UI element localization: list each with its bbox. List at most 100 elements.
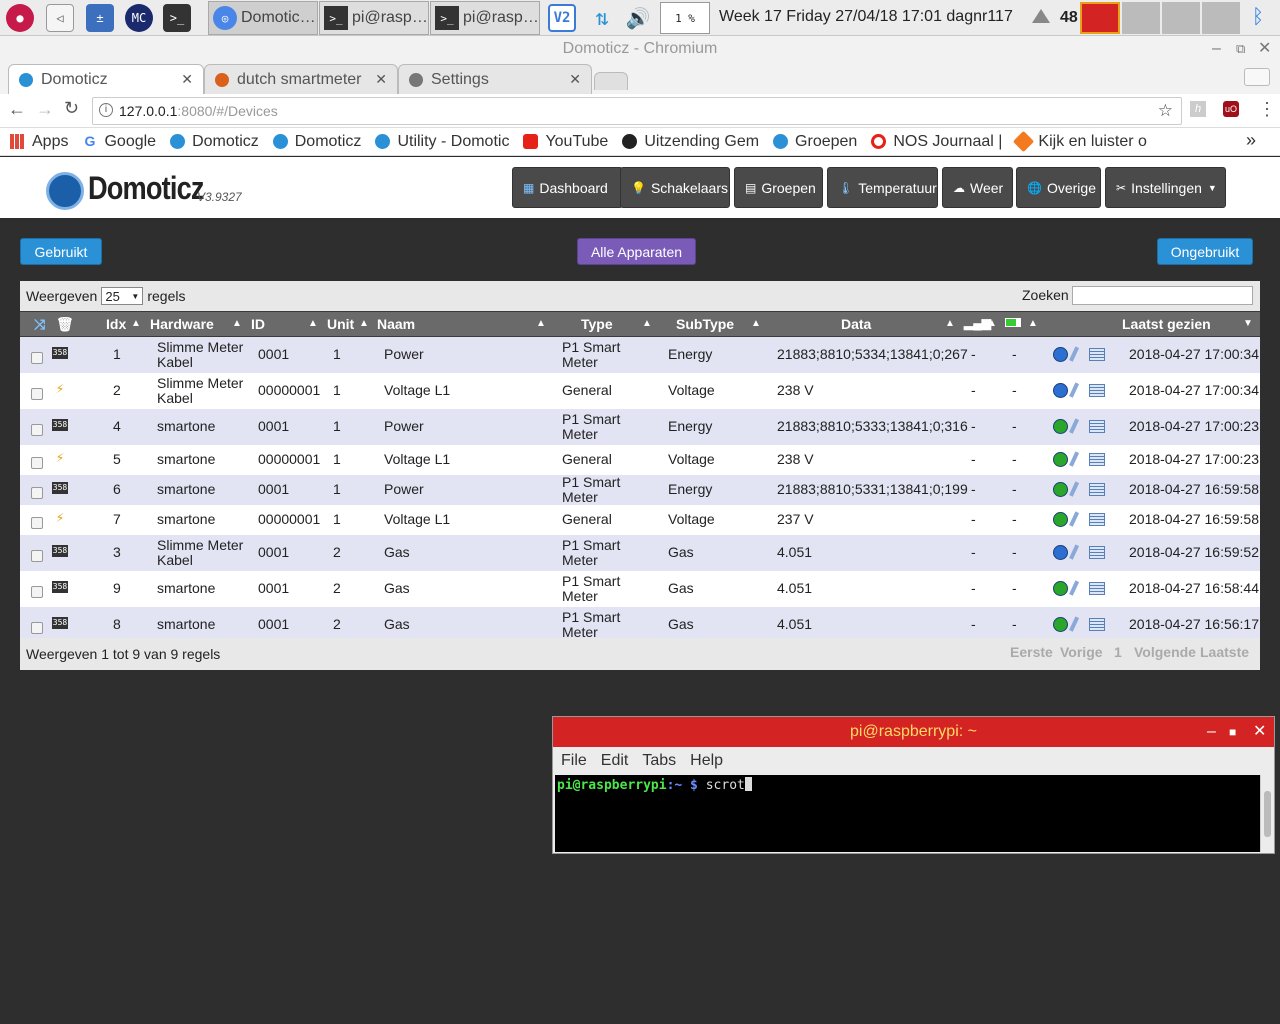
eject-icon[interactable] xyxy=(1032,9,1050,23)
pager-next[interactable]: Volgende xyxy=(1134,644,1196,660)
terminal-close-icon[interactable]: ✕ xyxy=(1253,717,1266,747)
edit-icon[interactable] xyxy=(1069,346,1081,363)
row-checkbox[interactable] xyxy=(31,622,43,634)
tab-settings[interactable]: Settings ✕ xyxy=(398,64,592,94)
tab-close-icon[interactable]: ✕ xyxy=(181,71,193,88)
log-icon[interactable] xyxy=(1053,545,1068,560)
info-icon[interactable]: i xyxy=(99,103,113,117)
desktop-pager-2[interactable] xyxy=(1122,2,1160,34)
bookmark-uitzending[interactable]: Uitzending Gem xyxy=(622,133,759,151)
notifications-icon[interactable] xyxy=(1089,420,1105,433)
edit-icon[interactable] xyxy=(1069,418,1081,435)
bookmark-domoticz-2[interactable]: Domoticz xyxy=(272,133,361,151)
menu-edit[interactable]: Edit xyxy=(601,752,629,770)
log-active-icon[interactable] xyxy=(1053,512,1068,527)
col-last-seen[interactable]: Laatst gezien xyxy=(1122,316,1211,332)
terminal-output[interactable]: pi@raspberrypi:~ $ scrot xyxy=(555,775,1260,852)
row-checkbox[interactable] xyxy=(31,388,43,400)
maximize-icon[interactable]: ⧉ xyxy=(1236,36,1245,62)
row-checkbox[interactable] xyxy=(31,457,43,469)
back-icon[interactable]: ← xyxy=(8,99,26,120)
log-active-icon[interactable] xyxy=(1053,419,1068,434)
close-window-icon[interactable]: ✕ xyxy=(1258,36,1271,62)
pager-first[interactable]: Eerste xyxy=(1010,644,1053,660)
table-row[interactable]: 358 9 smartone 0001 2 Gas P1 Smart Meter Gas 4.05… xyxy=(20,571,1260,607)
table-row[interactable]: ⚡ 5 smartone 00000001 1 Voltage L1 General Volt… xyxy=(20,445,1260,475)
edit-icon[interactable] xyxy=(1069,382,1081,399)
terminal-maximize-icon[interactable]: ■ xyxy=(1229,717,1236,747)
notifications-icon[interactable] xyxy=(1089,618,1105,631)
col-data[interactable]: Data xyxy=(841,316,871,332)
nav-schakelaars[interactable]: 💡 Schakelaars xyxy=(620,167,730,208)
table-row[interactable]: ⚡ 2 Slimme Meter Kabel 00000001 1 Voltage L1 Ge… xyxy=(20,373,1260,409)
table-row[interactable]: 358 6 smartone 0001 1 Power P1 Smart Meter Energ… xyxy=(20,475,1260,505)
table-row[interactable]: 358 3 Slimme Meter Kabel 0001 2 Gas P1 Smart Met… xyxy=(20,535,1260,571)
log-icon[interactable] xyxy=(1053,347,1068,362)
tab-close-icon[interactable]: ✕ xyxy=(375,71,387,88)
bookmark-utility[interactable]: Utility - Domotic xyxy=(375,133,509,151)
edit-icon[interactable] xyxy=(1069,511,1081,528)
terminal-minimize-icon[interactable]: – xyxy=(1207,717,1216,747)
chromium-tray-icon[interactable] xyxy=(1080,2,1120,34)
battery-level-icon[interactable] xyxy=(1005,318,1021,327)
col-id[interactable]: ID xyxy=(251,316,265,332)
edit-icon[interactable] xyxy=(1069,481,1081,498)
mc-icon[interactable]: MC xyxy=(125,4,153,32)
nav-groepen[interactable]: ▤ Groepen xyxy=(734,167,823,208)
trash-icon[interactable]: 🗑 xyxy=(56,316,74,333)
notifications-icon[interactable] xyxy=(1089,384,1105,397)
profile-icon[interactable] xyxy=(1244,68,1270,86)
bookmark-nos[interactable]: NOS Journaal | xyxy=(871,133,1002,151)
new-tab-button[interactable] xyxy=(594,72,628,90)
menu-help[interactable]: Help xyxy=(690,752,723,770)
search-input[interactable] xyxy=(1072,286,1253,305)
notifications-icon[interactable] xyxy=(1089,582,1105,595)
pager-last[interactable]: Laatste xyxy=(1200,644,1249,660)
scrollbar-thumb[interactable] xyxy=(1264,791,1271,837)
bookmark-groepen[interactable]: Groepen xyxy=(773,133,857,151)
col-idx[interactable]: Idx xyxy=(106,316,126,332)
all-devices-button[interactable]: Alle Apparaten xyxy=(577,238,696,265)
pager-page-1[interactable]: 1 xyxy=(1114,644,1122,660)
bookmark-domoticz-1[interactable]: Domoticz xyxy=(170,133,259,151)
log-active-icon[interactable] xyxy=(1053,617,1068,632)
row-checkbox[interactable] xyxy=(31,586,43,598)
tab-dutch-smartmeter[interactable]: dutch smartmeter ✕ xyxy=(204,64,398,94)
terminal-scrollbar[interactable] xyxy=(1260,775,1274,852)
raspberry-menu-icon[interactable]: ● xyxy=(6,4,34,32)
log-active-icon[interactable] xyxy=(1053,581,1068,596)
unused-filter-button[interactable]: Ongebruikt xyxy=(1157,238,1253,265)
bluetooth-icon[interactable]: ᛒ xyxy=(1252,6,1264,29)
edit-icon[interactable] xyxy=(1069,616,1081,633)
nav-dashboard[interactable]: ▦ Dashboard xyxy=(512,167,623,208)
notifications-icon[interactable] xyxy=(1089,513,1105,526)
row-checkbox[interactable] xyxy=(31,424,43,436)
desktop-pager-4[interactable] xyxy=(1202,2,1240,34)
address-bar[interactable]: i 127.0.0.1:8080/#/Devices ☆ xyxy=(92,97,1182,125)
ublock-icon[interactable]: uO xyxy=(1223,101,1239,117)
bookmark-kijk[interactable]: Kijk en luister o xyxy=(1013,130,1147,153)
calculator-icon[interactable]: ± xyxy=(86,4,114,32)
menu-tabs[interactable]: Tabs xyxy=(642,752,676,770)
reload-icon[interactable]: ↻ xyxy=(64,98,79,119)
used-filter-button[interactable]: Gebruikt xyxy=(20,238,102,265)
tab-domoticz[interactable]: Domoticz ✕ xyxy=(8,64,204,94)
edit-icon[interactable] xyxy=(1069,580,1081,597)
row-checkbox[interactable] xyxy=(31,517,43,529)
minimize-icon[interactable]: – xyxy=(1212,36,1221,62)
nav-weer[interactable]: ☁ Weer xyxy=(942,167,1013,208)
page-size-select[interactable]: 25 ▼ xyxy=(101,287,144,305)
send-icon[interactable]: ◁ xyxy=(46,4,74,32)
nav-instellingen[interactable]: ✂ Instellingen ▼ xyxy=(1105,167,1226,208)
network-icon[interactable]: ⇅ xyxy=(588,4,616,32)
task-domoticz[interactable]: ◎ Domotic… xyxy=(208,1,318,35)
bookmark-apps[interactable]: Apps xyxy=(10,133,68,151)
col-unit[interactable]: Unit xyxy=(327,316,354,332)
bookmarks-overflow[interactable]: » xyxy=(1246,130,1256,151)
menu-kebab-icon[interactable]: ⋮ xyxy=(1258,99,1276,120)
col-subtype[interactable]: SubType xyxy=(676,316,734,332)
row-checkbox[interactable] xyxy=(31,352,43,364)
task-terminal-1[interactable]: >_ pi@rasp… xyxy=(319,1,429,35)
log-icon[interactable] xyxy=(1053,383,1068,398)
edit-icon[interactable] xyxy=(1069,544,1081,561)
